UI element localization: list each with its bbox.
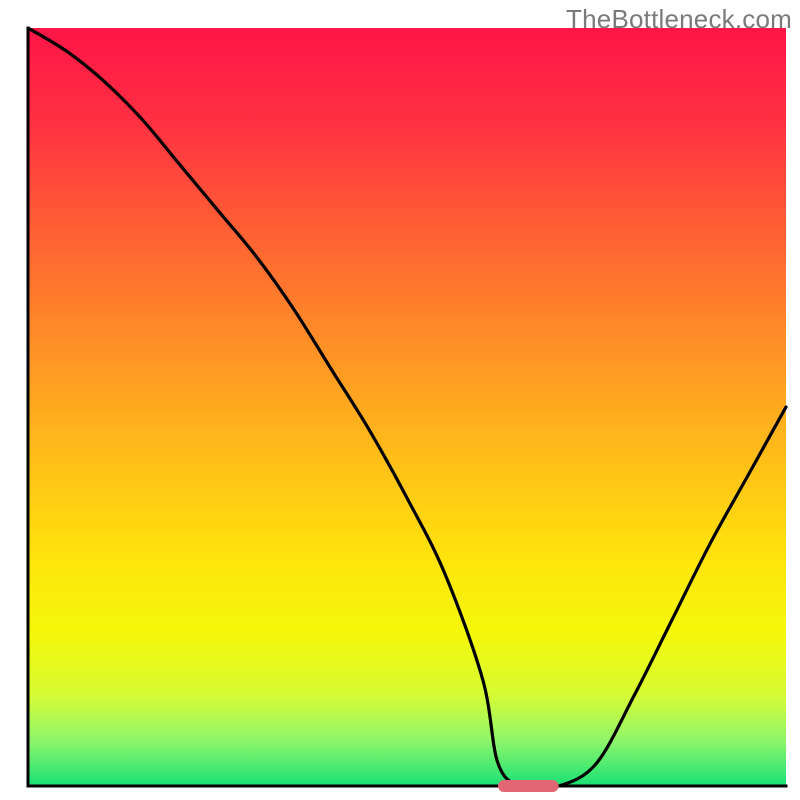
optimal-marker (498, 780, 559, 792)
chart-container: TheBottleneck.com (0, 0, 800, 800)
bottleneck-chart (0, 0, 800, 800)
plot-background (28, 28, 786, 786)
